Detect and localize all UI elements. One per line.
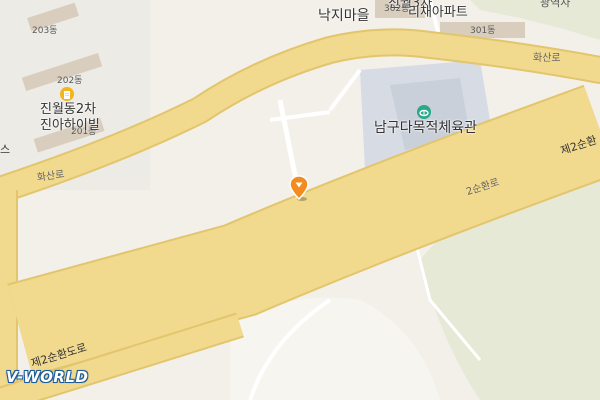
building-label-203: 203동: [32, 26, 58, 36]
location-pin-icon[interactable]: [289, 175, 311, 203]
apartment-label-richae-line2[interactable]: 리채아파트: [408, 5, 468, 21]
place-label-naksi-village[interactable]: 낙지마을: [318, 9, 370, 23]
stadium-icon[interactable]: [417, 105, 431, 119]
apartment-icon[interactable]: [60, 87, 74, 101]
place-label-namgu-stadium[interactable]: 남구다목적체육관: [374, 121, 477, 135]
place-label-top-right[interactable]: 광역자: [540, 0, 570, 8]
road-label-left-edge: 스: [0, 143, 11, 156]
minor-road-3: [328, 68, 362, 112]
minor-road-2: [269, 110, 331, 122]
building-label-202: 202동: [57, 76, 83, 86]
building-label-302: 302동: [384, 4, 410, 14]
building-label-301: 301동: [470, 26, 496, 36]
apartment-label-jinwol[interactable]: 진월동2차 진아하이빌: [40, 102, 100, 134]
map-viewport[interactable]: 낙지마을 진월3차 리채아파트 302동 301동 광역자 203동 202동 …: [0, 0, 600, 400]
road-label-hwasan-right: 화산로: [533, 53, 561, 64]
vworld-logo: V-WORLD: [6, 368, 89, 386]
